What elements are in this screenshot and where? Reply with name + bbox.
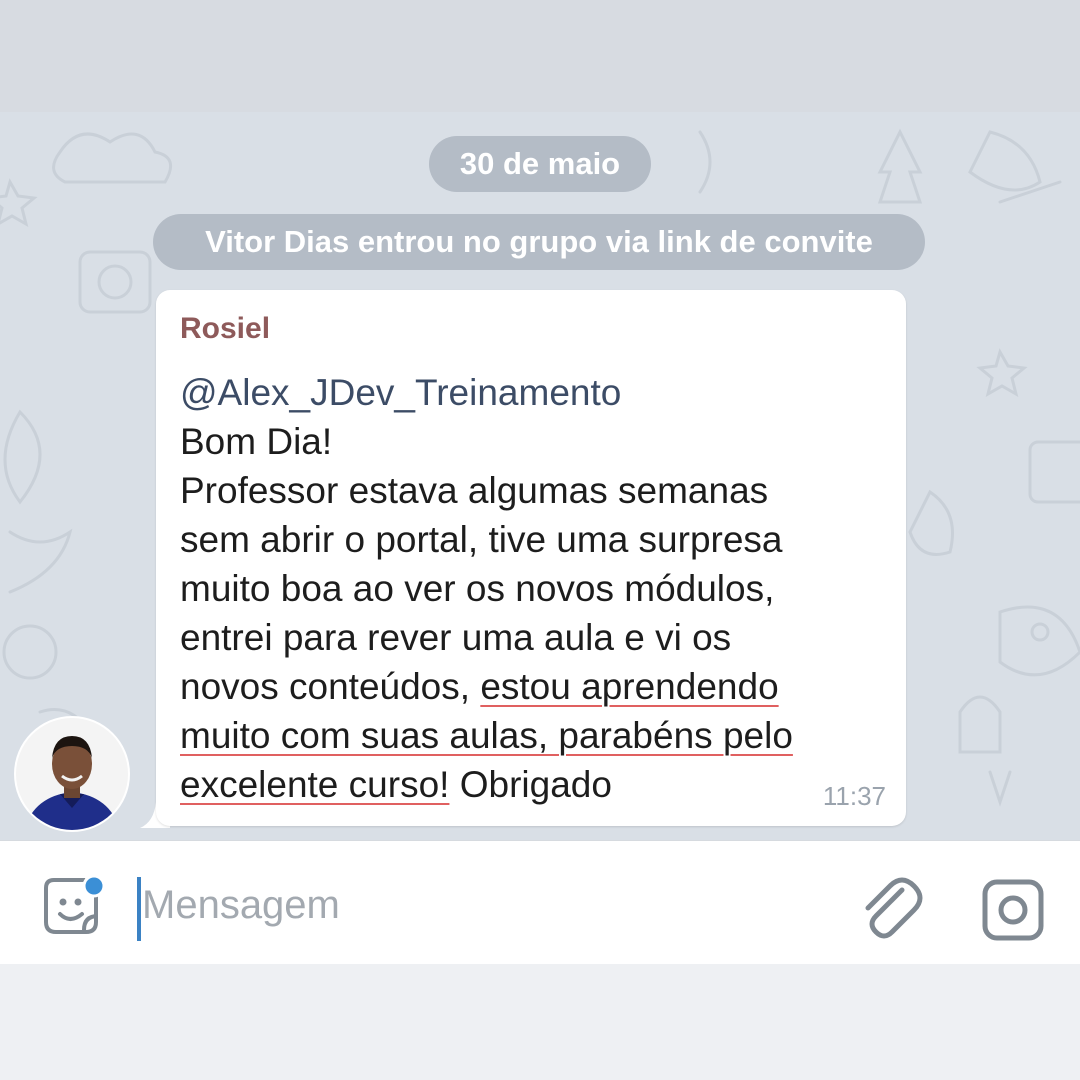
message-line: sem abrir o portal, tive uma surpresa [180, 519, 783, 560]
text-caret [137, 877, 141, 941]
spellcheck-underlined-text: excelente curso! [180, 764, 450, 805]
message-text-plain: Obrigado [449, 764, 612, 805]
camera-button[interactable] [980, 877, 1046, 943]
date-separator: 30 de maio [429, 136, 651, 192]
paperclip-icon [865, 877, 923, 939]
sticker-button[interactable] [38, 874, 106, 940]
message-line: muito com suas aulas, parabéns pelo [180, 711, 880, 760]
message-bubble[interactable]: Rosiel @Alex_JDev_Treinamento Bom Dia! P… [156, 290, 906, 826]
top-bar [0, 0, 1080, 112]
service-message: Vitor Dias entrou no grupo via link de c… [153, 214, 925, 270]
mention-link[interactable]: @Alex_JDev_Treinamento [180, 368, 880, 417]
avatar-portrait-image [16, 718, 128, 830]
message-line: Bom Dia! [180, 421, 333, 462]
sender-name[interactable]: Rosiel [180, 312, 270, 346]
message-text: @Alex_JDev_Treinamento Bom Dia! Professo… [180, 368, 880, 809]
message-line: muito boa ao ver os novos módulos, [180, 568, 775, 609]
message-input[interactable] [142, 871, 822, 939]
message-text-plain: novos conteúdos, [180, 666, 481, 707]
message-line: novos conteúdos, estou aprendendo [180, 662, 880, 711]
camera-icon [982, 879, 1044, 941]
notification-dot-icon [82, 874, 106, 898]
spellcheck-underlined-text: muito com suas aulas, parabéns pelo [180, 715, 793, 756]
sticker-smile-icon [44, 874, 106, 934]
sender-avatar[interactable] [16, 718, 128, 830]
spellcheck-underlined-text: estou aprendendo [480, 666, 779, 707]
chat-area: 30 de maio Vitor Dias entrou no grupo vi… [0, 112, 1080, 840]
message-line: excelente curso! Obrigado [180, 760, 880, 809]
message-line: entrei para rever uma aula e vi os [180, 617, 732, 658]
bottom-area [0, 964, 1080, 1080]
message-time: 11:37 [822, 781, 886, 811]
attach-button[interactable] [858, 876, 924, 946]
message-line: Professor estava algumas semanas [180, 470, 769, 511]
